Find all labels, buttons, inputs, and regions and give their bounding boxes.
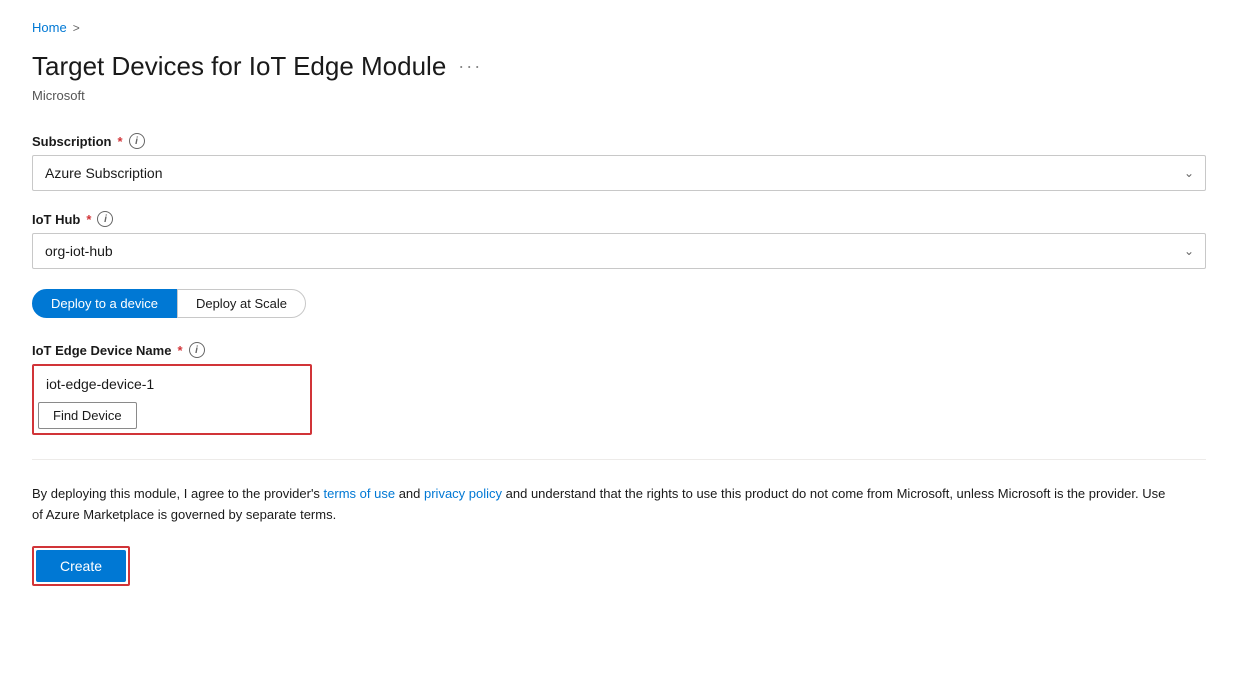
deploy-to-device-button[interactable]: Deploy to a device: [32, 289, 177, 318]
iot-hub-group: IoT Hub * i org-iot-hub ⌄: [32, 211, 1206, 269]
find-device-button[interactable]: Find Device: [38, 402, 137, 429]
iot-hub-dropdown-wrapper: org-iot-hub ⌄: [32, 233, 1206, 269]
device-name-required: *: [177, 343, 182, 358]
device-name-label-text: IoT Edge Device Name: [32, 343, 171, 358]
footer-text-between: and: [395, 486, 424, 501]
terms-of-use-link[interactable]: terms of use: [324, 486, 396, 501]
create-button[interactable]: Create: [36, 550, 126, 582]
subscription-select[interactable]: Azure Subscription: [32, 155, 1206, 191]
deploy-toggle-group: Deploy to a device Deploy at Scale: [32, 289, 1206, 318]
create-button-wrapper: Create: [32, 546, 130, 586]
subscription-label-text: Subscription: [32, 134, 111, 149]
iot-hub-select[interactable]: org-iot-hub: [32, 233, 1206, 269]
device-name-section: IoT Edge Device Name * i Find Device: [32, 342, 1206, 435]
more-options-icon[interactable]: ···: [458, 56, 482, 77]
device-input-container: Find Device: [32, 364, 312, 435]
page-subtitle: Microsoft: [32, 88, 1206, 103]
page-title: Target Devices for IoT Edge Module: [32, 51, 446, 82]
subscription-info-icon[interactable]: i: [129, 133, 145, 149]
iot-hub-required: *: [86, 212, 91, 227]
breadcrumb: Home >: [32, 20, 1206, 35]
subscription-label: Subscription * i: [32, 133, 1206, 149]
privacy-policy-link[interactable]: privacy policy: [424, 486, 502, 501]
section-divider: [32, 459, 1206, 460]
iot-hub-label-text: IoT Hub: [32, 212, 80, 227]
iot-hub-info-icon[interactable]: i: [97, 211, 113, 227]
page-header: Target Devices for IoT Edge Module ···: [32, 51, 1206, 82]
deploy-at-scale-button[interactable]: Deploy at Scale: [177, 289, 306, 318]
device-name-input[interactable]: [38, 370, 306, 398]
form-section: Subscription * i Azure Subscription ⌄ Io…: [32, 133, 1206, 435]
subscription-required: *: [117, 134, 122, 149]
device-name-label: IoT Edge Device Name * i: [32, 342, 1206, 358]
subscription-group: Subscription * i Azure Subscription ⌄: [32, 133, 1206, 191]
subscription-dropdown-wrapper: Azure Subscription ⌄: [32, 155, 1206, 191]
breadcrumb-home-link[interactable]: Home: [32, 20, 67, 35]
iot-hub-label: IoT Hub * i: [32, 211, 1206, 227]
footer-text: By deploying this module, I agree to the…: [32, 484, 1172, 526]
device-name-info-icon[interactable]: i: [189, 342, 205, 358]
breadcrumb-separator: >: [73, 21, 80, 35]
footer-text-before: By deploying this module, I agree to the…: [32, 486, 324, 501]
